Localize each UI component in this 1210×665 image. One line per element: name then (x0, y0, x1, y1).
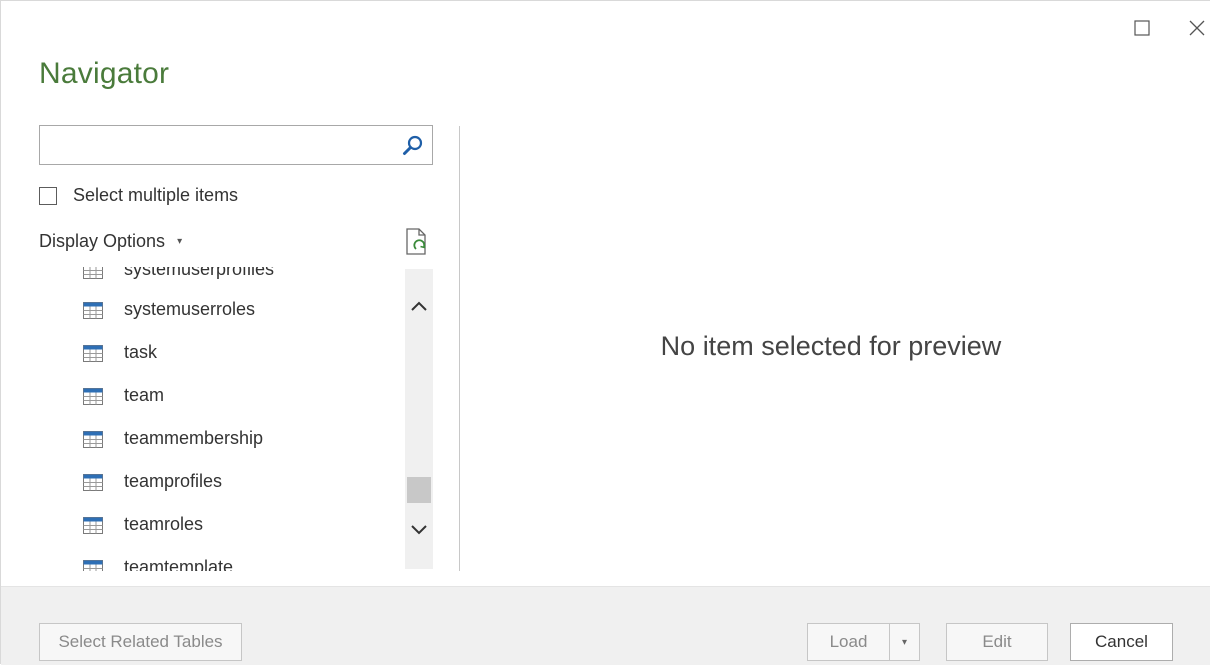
table-icon (83, 474, 103, 496)
chevron-down-icon: ▾ (177, 236, 183, 247)
table-list: systemuserprofiles systemuserroles task … (39, 267, 405, 571)
list-item-label: teamtemplate (124, 557, 234, 571)
list-item[interactable]: teamroles (39, 506, 399, 546)
list-item-label: systemuserprofiles (124, 267, 275, 279)
select-multiple-checkbox[interactable] (39, 186, 57, 205)
search-input[interactable] (40, 126, 406, 164)
table-icon (83, 431, 103, 453)
table-icon (83, 388, 103, 410)
list-item[interactable]: systemuserroles (39, 291, 399, 331)
select-multiple-label: Select multiple items (73, 185, 239, 205)
scrollbar-thumb[interactable] (407, 477, 431, 503)
chevron-down-icon[interactable] (411, 523, 427, 541)
list-item-label: teamprofiles (124, 471, 223, 491)
list-item-label: task (124, 342, 158, 362)
chevron-up-icon[interactable] (411, 299, 427, 317)
cancel-button[interactable]: Cancel (1070, 623, 1173, 661)
search-box[interactable] (39, 125, 433, 165)
select-related-tables-button[interactable]: Select Related Tables (39, 623, 242, 661)
list-item-label: team (124, 385, 165, 405)
close-icon (1189, 20, 1205, 36)
list-scrollbar[interactable] (405, 269, 433, 569)
list-item-label: teamroles (124, 514, 204, 534)
display-options-label: Display Options (39, 231, 166, 251)
list-item[interactable]: task (39, 334, 399, 374)
close-button[interactable] (1182, 13, 1210, 43)
display-options-dropdown[interactable]: Display Options ▾ (39, 231, 182, 252)
dialog-title: Navigator (39, 57, 170, 90)
preview-message: No item selected for preview (660, 331, 1002, 361)
list-item[interactable]: systemuserprofiles (39, 267, 399, 291)
dialog-footer: Select Related Tables Load ▾ Edit Cancel (1, 586, 1210, 665)
load-button[interactable]: Load (807, 623, 890, 661)
list-item-label: systemuserroles (124, 299, 256, 319)
list-item-label: teammembership (124, 428, 264, 448)
maximize-button[interactable] (1127, 13, 1157, 43)
load-dropdown-button[interactable]: ▾ (889, 623, 920, 661)
pane-divider (459, 126, 460, 571)
table-icon (83, 560, 103, 571)
table-icon (83, 345, 103, 367)
edit-button[interactable]: Edit (946, 623, 1048, 661)
list-item[interactable]: teamtemplate (39, 549, 399, 571)
select-multiple-items[interactable]: Select multiple items (39, 185, 238, 206)
list-item[interactable]: team (39, 377, 399, 417)
maximize-icon (1134, 20, 1150, 36)
table-icon (83, 517, 103, 539)
search-icon[interactable] (402, 135, 424, 162)
list-item[interactable]: teammembership (39, 420, 399, 460)
list-item[interactable]: teamprofiles (39, 463, 399, 503)
refresh-document-icon[interactable] (404, 227, 430, 262)
table-icon (83, 267, 103, 284)
navigator-dialog: Navigator Select multiple items Display … (0, 0, 1210, 665)
table-icon (83, 302, 103, 324)
